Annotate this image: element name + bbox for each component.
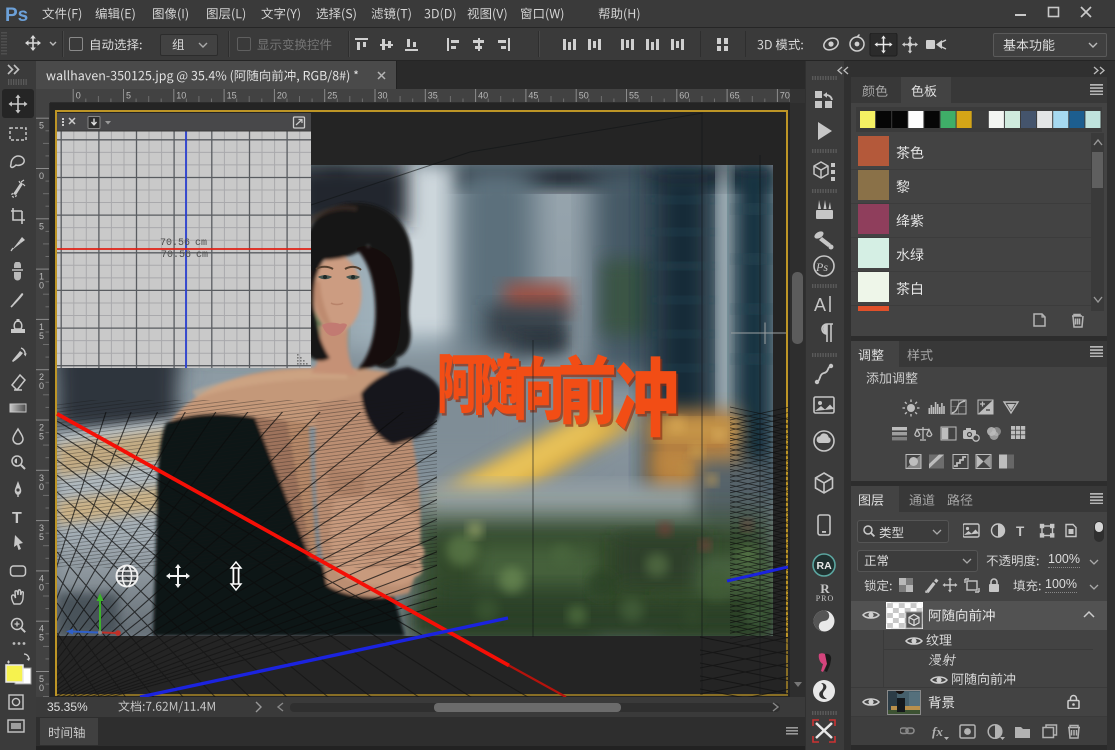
svg-text:45: 45 (528, 91, 538, 101)
svg-text:A: A (814, 295, 826, 315)
svg-text:0: 0 (39, 381, 44, 391)
svg-text:70: 70 (780, 91, 790, 101)
svg-text:5: 5 (39, 331, 44, 341)
svg-text:15: 15 (227, 91, 237, 101)
svg-text:0: 0 (76, 91, 81, 101)
svg-text:RA: RA (817, 560, 833, 572)
svg-text:35: 35 (428, 91, 438, 101)
svg-text:fx: fx (932, 724, 943, 739)
svg-text:60: 60 (679, 91, 689, 101)
svg-text:65: 65 (730, 91, 740, 101)
svg-text:20: 20 (277, 91, 287, 101)
svg-text:0: 0 (39, 482, 44, 492)
svg-text:40: 40 (478, 91, 488, 101)
svg-text:5: 5 (126, 91, 131, 101)
svg-text:T: T (12, 510, 22, 527)
svg-text:25: 25 (327, 91, 337, 101)
svg-text:0: 0 (39, 171, 44, 181)
svg-text:0: 0 (39, 281, 44, 291)
svg-text:5: 5 (39, 221, 44, 231)
svg-text:0: 0 (39, 582, 44, 592)
svg-text:70.56: 70.56 (160, 238, 190, 249)
svg-text:5: 5 (39, 532, 44, 542)
svg-text:30: 30 (378, 91, 388, 101)
svg-text:5: 5 (39, 633, 44, 643)
svg-text:55: 55 (629, 91, 639, 101)
svg-text:T: T (1016, 524, 1025, 539)
svg-text:Ps: Ps (815, 260, 828, 274)
svg-text:50: 50 (579, 91, 589, 101)
svg-text:cm: cm (195, 238, 207, 249)
svg-text:0: 0 (39, 683, 44, 693)
svg-text:70.56: 70.56 (161, 250, 191, 261)
svg-text:10: 10 (176, 91, 186, 101)
svg-text:cm: cm (196, 250, 208, 261)
svg-text:5: 5 (39, 432, 44, 442)
svg-text:Ps: Ps (5, 5, 28, 26)
svg-text:5: 5 (39, 121, 44, 131)
